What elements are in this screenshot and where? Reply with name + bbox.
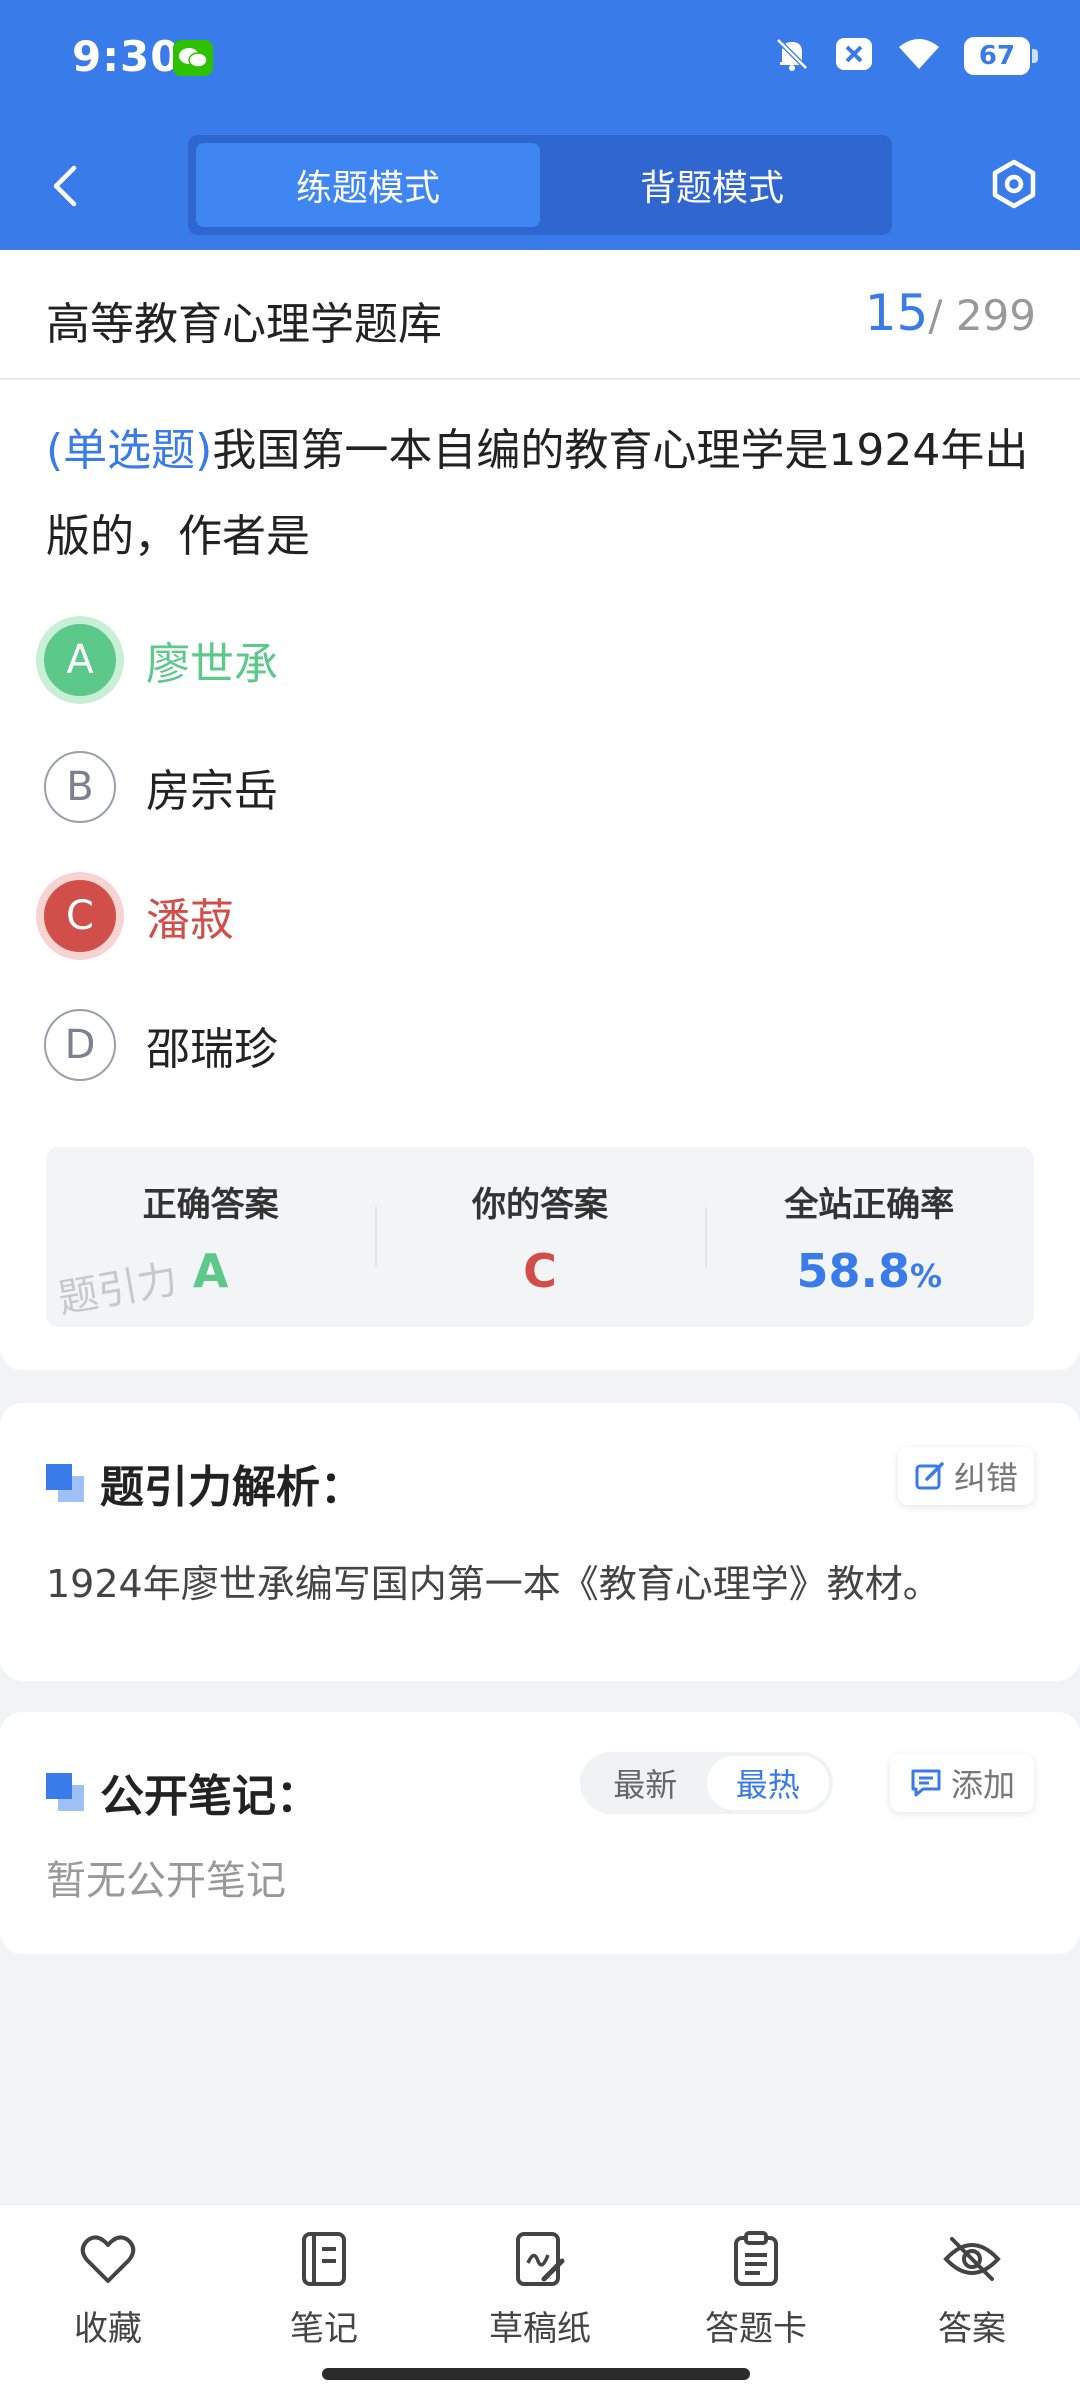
bank-title: 高等教育心理学题库 (46, 299, 442, 350)
option-text: 潘菽 (146, 895, 234, 946)
mode-switch: 练题模式 背题模式 (188, 135, 892, 235)
sort-newest[interactable]: 最新 (584, 1756, 707, 1810)
progress-total: / 299 (928, 291, 1036, 340)
close-badge-icon (834, 36, 874, 76)
status-icons: 67 (772, 34, 1038, 78)
tab-memorize-mode[interactable]: 背题模式 (540, 143, 884, 227)
wechat-icon (173, 40, 213, 76)
report-error-button[interactable]: 纠错 (898, 1447, 1034, 1505)
question-card: 高等教育心理学题库 15/ 299 (单选题)我国第一本自编的教育心理学是192… (0, 250, 1080, 1370)
site-accuracy-number: 58.8 (796, 1244, 911, 1298)
bell-off-icon (772, 34, 812, 78)
correct-answer-label: 正确答案 (142, 1185, 279, 1225)
chevron-left-icon (53, 165, 77, 207)
comment-icon (911, 1769, 941, 1797)
question-type: (单选题) (46, 425, 213, 476)
notebook-icon (294, 2229, 354, 2289)
site-accuracy-value: 58.8% (705, 1244, 1034, 1298)
answer-toggle-button[interactable]: 答案 (864, 2205, 1080, 2400)
your-answer-value: C (523, 1244, 557, 1298)
back-button[interactable] (40, 158, 88, 214)
notes-empty-text: 暂无公开笔记 (46, 1858, 286, 1904)
your-answer-label: 你的答案 (471, 1185, 608, 1225)
settings-hex-icon (992, 159, 1036, 209)
site-accuracy-label: 全站正确率 (784, 1185, 955, 1225)
option-letter: C (44, 880, 116, 952)
correct-answer-col: 正确答案 A 题引力 (46, 1147, 375, 1327)
site-accuracy-unit: % (910, 1257, 943, 1295)
analysis-title: 题引力解析： (100, 1462, 364, 1513)
answer-sheet-label: 答题卡 (705, 2309, 807, 2349)
option-letter: A (44, 624, 116, 696)
bank-row: 高等教育心理学题库 15/ 299 (0, 250, 1080, 380)
add-note-button[interactable]: 添加 (890, 1754, 1034, 1812)
notes-header: 公开笔记： (46, 1760, 320, 1824)
option-letter: B (44, 751, 116, 823)
edit-icon (915, 1462, 944, 1490)
draft-paper-label: 草稿纸 (489, 2309, 591, 2349)
status-bar: 9:30 67 (0, 0, 1080, 118)
notes-title: 公开笔记： (100, 1771, 320, 1822)
option-text: 邵瑞珍 (146, 1024, 278, 1075)
draft-paper-icon (510, 2229, 570, 2289)
home-indicator[interactable] (322, 2368, 750, 2380)
notes-sort-toggle: 最新 最热 (580, 1752, 833, 1814)
question-text: (单选题)我国第一本自编的教育心理学是1924年出版的，作者是 (46, 408, 1041, 580)
analysis-text: 1924年廖世承编写国内第一本《教育心理学》教材。 (46, 1562, 941, 1606)
question-progress[interactable]: 15/ 299 (865, 284, 1036, 342)
eye-off-icon (942, 2229, 1002, 2289)
option-text: 廖世承 (146, 639, 278, 690)
your-answer-col: 你的答案 C (375, 1147, 704, 1327)
status-time: 9:30 (72, 32, 181, 81)
option-d[interactable]: D 邵瑞珍 (44, 1005, 278, 1085)
site-accuracy-col: 全站正确率 58.8% (704, 1147, 1034, 1327)
progress-current: 15 (864, 284, 929, 342)
sort-hottest[interactable]: 最热 (706, 1756, 829, 1810)
analysis-header: 题引力解析： (46, 1451, 364, 1515)
heart-icon (78, 2229, 138, 2289)
section-squares-icon (46, 1464, 84, 1502)
favorite-label: 收藏 (74, 2309, 142, 2349)
wifi-icon (896, 35, 942, 77)
battery-level: 67 (978, 41, 1016, 71)
option-c[interactable]: C 潘菽 (44, 876, 234, 956)
answer-sheet-icon (726, 2229, 786, 2289)
settings-button[interactable] (984, 154, 1044, 214)
tab-practice-mode[interactable]: 练题模式 (196, 143, 540, 227)
analysis-card: 题引力解析： 纠错 1924年廖世承编写国内第一本《教育心理学》教材。 (0, 1403, 1080, 1681)
option-letter: D (44, 1009, 116, 1081)
answer-toggle-label: 答案 (938, 2309, 1006, 2349)
battery-icon: 67 (964, 37, 1038, 75)
option-b[interactable]: B 房宗岳 (44, 747, 278, 827)
favorite-button[interactable]: 收藏 (0, 2205, 216, 2400)
notes-label: 笔记 (290, 2309, 358, 2349)
top-bar: 9:30 67 练题模式 背题模式 (0, 0, 1080, 250)
notes-card: 公开笔记： 最新 最热 添加 暂无公开笔记 (0, 1712, 1080, 1954)
report-error-label: 纠错 (953, 1459, 1018, 1497)
add-note-label: 添加 (950, 1766, 1015, 1804)
section-squares-icon (46, 1773, 84, 1811)
result-summary: 正确答案 A 题引力 你的答案 C 全站正确率 58.8% (46, 1147, 1034, 1327)
option-text: 房宗岳 (146, 766, 278, 817)
option-a[interactable]: A 廖世承 (44, 620, 278, 700)
